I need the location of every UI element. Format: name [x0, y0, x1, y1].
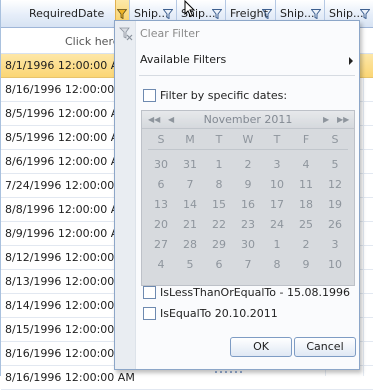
required-date-cell: 8/1/1996 12:00:00 AM: [5, 59, 128, 72]
calendar-day[interactable]: 12: [320, 175, 350, 195]
calendar-day[interactable]: 31: [175, 155, 205, 175]
calendar-day[interactable]: 8: [204, 175, 234, 195]
calendar-day[interactable]: 17: [262, 195, 292, 215]
calendar-day[interactable]: 3: [262, 155, 292, 175]
calendar-day[interactable]: 9: [291, 255, 321, 275]
filter-funnel-icon[interactable]: [311, 9, 321, 19]
calendar-day[interactable]: 18: [291, 195, 321, 215]
calendar-day[interactable]: 5: [320, 155, 350, 175]
date-calendar: ◀◀ ◀ November 2011 ▶ ▶▶ S M T W T F S 30…: [141, 110, 355, 286]
calendar-day[interactable]: 4: [291, 155, 321, 175]
calendar-day[interactable]: 13: [146, 195, 176, 215]
calendar-day[interactable]: 19: [320, 195, 350, 215]
filter-funnel-icon[interactable]: [262, 9, 272, 19]
calendar-divider: [148, 149, 348, 150]
day-of-week: S: [331, 133, 339, 146]
calendar-day[interactable]: 7: [175, 175, 205, 195]
clear-filter-label: Clear Filter: [140, 27, 200, 40]
required-date-cell: 8/8/1996 12:00:00 AM: [5, 203, 128, 216]
new-row-text: Click here: [65, 35, 120, 48]
filter-option-1-checkbox[interactable]: [143, 286, 156, 299]
clear-filter-item[interactable]: Clear Filter: [115, 23, 359, 45]
cancel-button[interactable]: Cancel: [294, 337, 356, 357]
required-date-cell: 8/9/1996 12:00:00 AM: [5, 227, 128, 240]
calendar-day[interactable]: 30: [146, 155, 176, 175]
required-date-cell: 8/16/1996 12:00:00 AM: [5, 371, 135, 384]
calendar-day[interactable]: 7: [233, 255, 263, 275]
calendar-day[interactable]: 3: [320, 235, 350, 255]
calendar-day[interactable]: 20: [146, 215, 176, 235]
calendar-day[interactable]: 2: [233, 155, 263, 175]
required-date-cell: 8/5/1996 12:00:00 AM: [5, 107, 128, 120]
calendar-day[interactable]: 1: [204, 155, 234, 175]
calendar-day[interactable]: 15: [204, 195, 234, 215]
required-date-cell: 8/5/1996 12:00:00 AM: [5, 131, 128, 144]
clear-filter-icon: [119, 27, 133, 41]
calendar-day[interactable]: 27: [146, 235, 176, 255]
mouse-cursor-icon: [184, 0, 196, 18]
calendar-day[interactable]: 24: [262, 215, 292, 235]
day-of-week: W: [242, 133, 254, 146]
calendar-day[interactable]: 28: [175, 235, 205, 255]
menu-gutter: [115, 21, 136, 369]
day-of-week: M: [185, 133, 195, 146]
day-of-week: F: [302, 133, 310, 146]
calendar-day[interactable]: 10: [262, 175, 292, 195]
filter-popup: Clear Filter Available Filters Filter by…: [114, 20, 360, 373]
ok-button[interactable]: OK: [230, 337, 292, 357]
filter-option-2-checkbox[interactable]: [143, 307, 156, 320]
filter-funnel-icon[interactable]: [360, 9, 370, 19]
nav-next-icon[interactable]: ▶: [323, 111, 329, 129]
filter-option-1-label: IsLessThanOrEqualTo - 15.08.1996: [160, 286, 350, 299]
calendar-day[interactable]: 4: [146, 255, 176, 275]
required-date-cell: 8/6/1996 12:00:00 AM: [5, 155, 128, 168]
calendar-day[interactable]: 6: [204, 255, 234, 275]
resize-grip[interactable]: [215, 363, 259, 373]
calendar-day[interactable]: 23: [233, 215, 263, 235]
filter-specific-dates-label: Filter by specific dates:: [160, 89, 288, 102]
calendar-day[interactable]: 6: [146, 175, 176, 195]
calendar-day[interactable]: 26: [320, 215, 350, 235]
calendar-day[interactable]: 16: [233, 195, 263, 215]
calendar-day[interactable]: 10: [320, 255, 350, 275]
calendar-day[interactable]: 5: [175, 255, 205, 275]
filter-funnel-icon: [117, 9, 127, 19]
calendar-day[interactable]: 30: [233, 235, 263, 255]
calendar-day[interactable]: 25: [291, 215, 321, 235]
column-header-requireddate[interactable]: RequiredDate: [1, 0, 130, 28]
calendar-day[interactable]: 21: [175, 215, 205, 235]
filter-funnel-icon[interactable]: [212, 9, 222, 19]
calendar-day[interactable]: 8: [262, 255, 292, 275]
calendar-day[interactable]: 14: [175, 195, 205, 215]
calendar-day[interactable]: 2: [291, 235, 321, 255]
day-of-week: S: [157, 133, 165, 146]
submenu-arrow-icon: [349, 57, 353, 65]
day-of-week: T: [273, 133, 281, 146]
available-filters-item[interactable]: Available Filters: [115, 49, 359, 71]
day-of-week: T: [215, 133, 223, 146]
menu-separator: [139, 75, 355, 76]
nav-last-icon[interactable]: ▶▶: [337, 111, 349, 129]
calendar-day[interactable]: 29: [204, 235, 234, 255]
filter-specific-dates-checkbox[interactable]: [143, 89, 156, 102]
calendar-day[interactable]: 11: [291, 175, 321, 195]
calendar-day[interactable]: 22: [204, 215, 234, 235]
column-title: RequiredDate: [29, 7, 105, 20]
filter-funnel-icon[interactable]: [163, 9, 173, 19]
filter-option-2-label: IsEqualTo 20.10.2011: [160, 307, 278, 320]
calendar-day[interactable]: 1: [262, 235, 292, 255]
available-filters-label: Available Filters: [140, 53, 227, 66]
calendar-day[interactable]: 9: [233, 175, 263, 195]
